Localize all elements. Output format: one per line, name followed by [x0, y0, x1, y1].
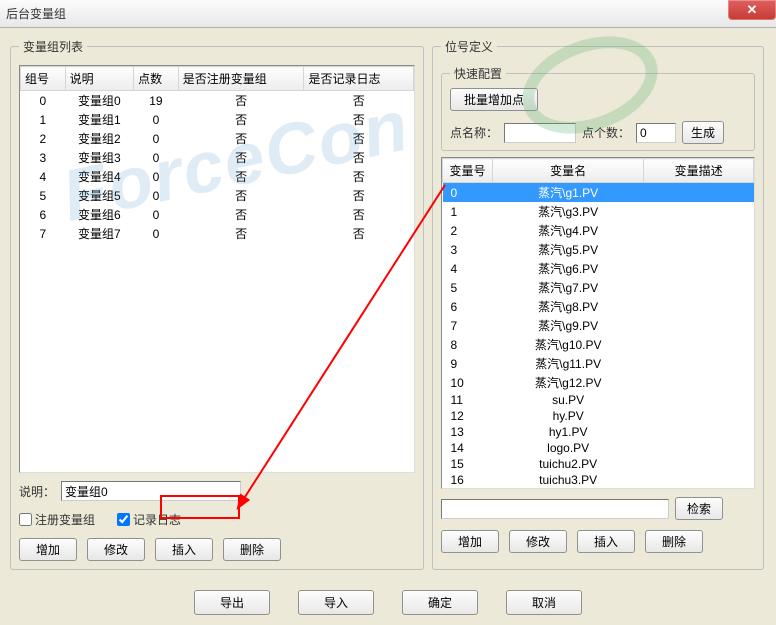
search-button[interactable]: 检索: [675, 497, 723, 520]
left-edit-button[interactable]: 修改: [87, 538, 145, 561]
column-header[interactable]: 说明: [65, 67, 134, 91]
tag-def-legend: 位号定义: [441, 38, 497, 55]
search-input[interactable]: [441, 499, 669, 519]
table-row[interactable]: 11su.PV: [443, 392, 754, 408]
table-row[interactable]: 3变量组30否否: [21, 148, 414, 167]
table-row[interactable]: 7变量组70否否: [21, 224, 414, 243]
window-title: 后台变量组: [6, 5, 66, 22]
group-list-fieldset: 变量组列表 组号说明点数是否注册变量组是否记录日志 0变量组019否否1变量组1…: [10, 38, 424, 570]
right-add-button[interactable]: 增加: [441, 530, 499, 553]
table-row[interactable]: 5变量组50否否: [21, 186, 414, 205]
quick-config-legend: 快速配置: [450, 65, 506, 82]
table-row[interactable]: 3蒸汽\g5.PV: [443, 240, 754, 259]
right-delete-button[interactable]: 删除: [645, 530, 703, 553]
table-row[interactable]: 5蒸汽\g7.PV: [443, 278, 754, 297]
table-row[interactable]: 4蒸汽\g6.PV: [443, 259, 754, 278]
column-header[interactable]: 是否注册变量组: [178, 67, 304, 91]
table-row[interactable]: 7蒸汽\g9.PV: [443, 316, 754, 335]
export-button[interactable]: 导出: [194, 590, 270, 615]
desc-label: 说明：: [19, 483, 55, 500]
ok-button[interactable]: 确定: [402, 590, 478, 615]
annotation-highlight: [160, 495, 240, 519]
bulk-add-button[interactable]: 批量增加点: [450, 88, 538, 111]
point-count-input[interactable]: [636, 123, 676, 143]
column-header[interactable]: 点数: [134, 67, 179, 91]
table-row[interactable]: 1变量组10否否: [21, 110, 414, 129]
table-row[interactable]: 0变量组019否否: [21, 91, 414, 111]
right-edit-button[interactable]: 修改: [509, 530, 567, 553]
table-row[interactable]: 8蒸汽\g10.PV: [443, 335, 754, 354]
column-header[interactable]: 组号: [21, 67, 66, 91]
column-header[interactable]: 变量描述: [644, 159, 754, 183]
left-add-button[interactable]: 增加: [19, 538, 77, 561]
point-name-input[interactable]: [504, 123, 576, 143]
register-checkbox[interactable]: [19, 513, 32, 526]
table-row[interactable]: 16tuichu3.PV: [443, 472, 754, 488]
table-row[interactable]: 2变量组20否否: [21, 129, 414, 148]
variable-list[interactable]: 变量号变量名变量描述 0蒸汽\g1.PV1蒸汽\g3.PV2蒸汽\g4.PV3蒸…: [441, 157, 755, 489]
titlebar: 后台变量组 ✕: [0, 0, 776, 28]
table-row[interactable]: 2蒸汽\g4.PV: [443, 221, 754, 240]
table-row[interactable]: 14logo.PV: [443, 440, 754, 456]
table-row[interactable]: 12hy.PV: [443, 408, 754, 424]
point-count-label: 点个数：: [582, 124, 630, 141]
table-row[interactable]: 1蒸汽\g3.PV: [443, 202, 754, 221]
table-row[interactable]: 6蒸汽\g8.PV: [443, 297, 754, 316]
generate-button[interactable]: 生成: [682, 121, 724, 144]
cancel-button[interactable]: 取消: [506, 590, 582, 615]
table-row[interactable]: 10蒸汽\g12.PV: [443, 373, 754, 392]
table-row[interactable]: 17tuichu4.PV: [443, 488, 754, 489]
right-insert-button[interactable]: 插入: [577, 530, 635, 553]
column-header[interactable]: 变量名: [493, 159, 644, 183]
group-list[interactable]: 组号说明点数是否注册变量组是否记录日志 0变量组019否否1变量组10否否2变量…: [19, 65, 415, 473]
tag-def-fieldset: 位号定义 快速配置 批量增加点 点名称： 点个数： 生成 变量号变量名变量描述 …: [432, 38, 764, 570]
register-label: 注册变量组: [35, 511, 95, 528]
left-insert-button[interactable]: 插入: [155, 538, 213, 561]
log-checkbox[interactable]: [117, 513, 130, 526]
import-button[interactable]: 导入: [298, 590, 374, 615]
table-row[interactable]: 13hy1.PV: [443, 424, 754, 440]
close-button[interactable]: ✕: [728, 0, 776, 20]
table-row[interactable]: 4变量组40否否: [21, 167, 414, 186]
table-row[interactable]: 15tuichu2.PV: [443, 456, 754, 472]
left-delete-button[interactable]: 删除: [223, 538, 281, 561]
table-row[interactable]: 9蒸汽\g11.PV: [443, 354, 754, 373]
column-header[interactable]: 是否记录日志: [304, 67, 414, 91]
dialog-footer: 导出 导入 确定 取消: [0, 580, 776, 625]
table-row[interactable]: 6变量组60否否: [21, 205, 414, 224]
quick-config-fieldset: 快速配置 批量增加点 点名称： 点个数： 生成: [441, 65, 755, 151]
group-list-legend: 变量组列表: [19, 38, 87, 55]
column-header[interactable]: 变量号: [443, 159, 493, 183]
table-row[interactable]: 0蒸汽\g1.PV: [443, 183, 754, 203]
point-name-label: 点名称：: [450, 124, 498, 141]
